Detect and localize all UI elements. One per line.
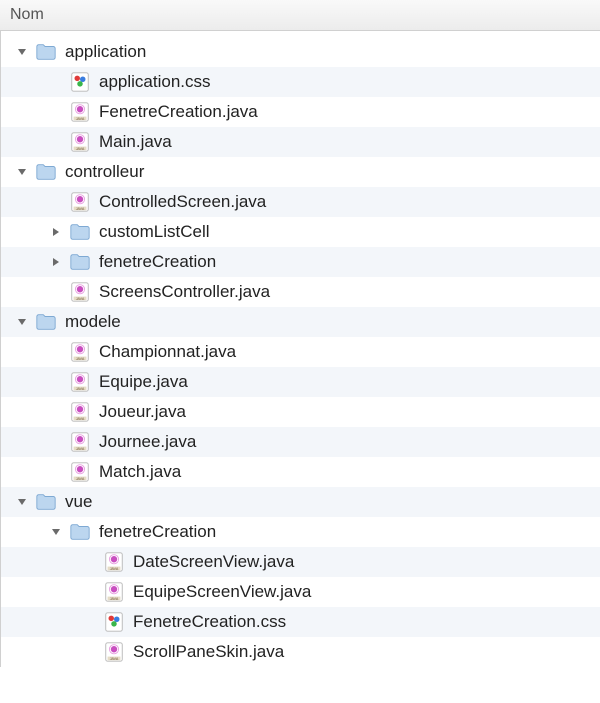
tree-item-label: Equipe.java	[99, 372, 188, 392]
tree-item-label: EquipeScreenView.java	[133, 582, 311, 602]
tree-row[interactable]: application	[1, 37, 600, 67]
folder-icon	[35, 491, 57, 513]
tree-row[interactable]: Main.java	[1, 127, 600, 157]
tree-row[interactable]: ControlledScreen.java	[1, 187, 600, 217]
tree-row[interactable]: fenetreCreation	[1, 247, 600, 277]
folder-icon	[35, 311, 57, 333]
tree-row[interactable]: application.css	[1, 67, 600, 97]
tree-item-label: vue	[65, 492, 92, 512]
java-file-icon	[69, 131, 91, 153]
css-file-icon	[103, 611, 125, 633]
tree-item-label: fenetreCreation	[99, 252, 216, 272]
file-tree: application application.css FenetreCreatio…	[0, 31, 600, 667]
tree-row[interactable]: ScreensController.java	[1, 277, 600, 307]
chevron-down-icon[interactable]	[15, 315, 29, 329]
tree-item-label: Match.java	[99, 462, 181, 482]
tree-row[interactable]: fenetreCreation	[1, 517, 600, 547]
chevron-down-icon[interactable]	[15, 165, 29, 179]
tree-row[interactable]: Match.java	[1, 457, 600, 487]
tree-row[interactable]: vue	[1, 487, 600, 517]
java-file-icon	[69, 371, 91, 393]
chevron-right-icon[interactable]	[49, 255, 63, 269]
tree-item-label: Main.java	[99, 132, 172, 152]
java-file-icon	[69, 461, 91, 483]
chevron-down-icon[interactable]	[15, 495, 29, 509]
tree-item-label: ScreensController.java	[99, 282, 270, 302]
java-file-icon	[103, 641, 125, 663]
tree-item-label: Journee.java	[99, 432, 196, 452]
tree-item-label: controlleur	[65, 162, 144, 182]
tree-item-label: DateScreenView.java	[133, 552, 294, 572]
folder-icon	[69, 251, 91, 273]
tree-item-label: application	[65, 42, 146, 62]
tree-item-label: fenetreCreation	[99, 522, 216, 542]
tree-item-label: Championnat.java	[99, 342, 236, 362]
tree-item-label: Joueur.java	[99, 402, 186, 422]
java-file-icon	[69, 341, 91, 363]
tree-item-label: ScrollPaneSkin.java	[133, 642, 284, 662]
java-file-icon	[69, 191, 91, 213]
tree-row[interactable]: Equipe.java	[1, 367, 600, 397]
java-file-icon	[69, 101, 91, 123]
tree-item-label: ControlledScreen.java	[99, 192, 266, 212]
column-header-label: Nom	[10, 6, 44, 23]
tree-row[interactable]: ScrollPaneSkin.java	[1, 637, 600, 667]
chevron-down-icon[interactable]	[15, 45, 29, 59]
tree-row[interactable]: EquipeScreenView.java	[1, 577, 600, 607]
tree-row[interactable]: controlleur	[1, 157, 600, 187]
tree-row[interactable]: FenetreCreation.java	[1, 97, 600, 127]
column-header[interactable]: Nom	[0, 0, 600, 31]
css-file-icon	[69, 71, 91, 93]
chevron-right-icon[interactable]	[49, 225, 63, 239]
java-file-icon	[69, 431, 91, 453]
tree-item-label: FenetreCreation.java	[99, 102, 258, 122]
tree-item-label: customListCell	[99, 222, 210, 242]
tree-row[interactable]: DateScreenView.java	[1, 547, 600, 577]
chevron-down-icon[interactable]	[49, 525, 63, 539]
folder-icon	[69, 221, 91, 243]
folder-icon	[35, 161, 57, 183]
tree-row[interactable]: Championnat.java	[1, 337, 600, 367]
tree-item-label: application.css	[99, 72, 211, 92]
folder-icon	[69, 521, 91, 543]
java-file-icon	[103, 551, 125, 573]
tree-row[interactable]: FenetreCreation.css	[1, 607, 600, 637]
tree-row[interactable]: Joueur.java	[1, 397, 600, 427]
tree-row[interactable]: customListCell	[1, 217, 600, 247]
tree-item-label: modele	[65, 312, 121, 332]
tree-item-label: FenetreCreation.css	[133, 612, 286, 632]
java-file-icon	[69, 401, 91, 423]
java-file-icon	[69, 281, 91, 303]
tree-row[interactable]: modele	[1, 307, 600, 337]
tree-row[interactable]: Journee.java	[1, 427, 600, 457]
folder-icon	[35, 41, 57, 63]
java-file-icon	[103, 581, 125, 603]
